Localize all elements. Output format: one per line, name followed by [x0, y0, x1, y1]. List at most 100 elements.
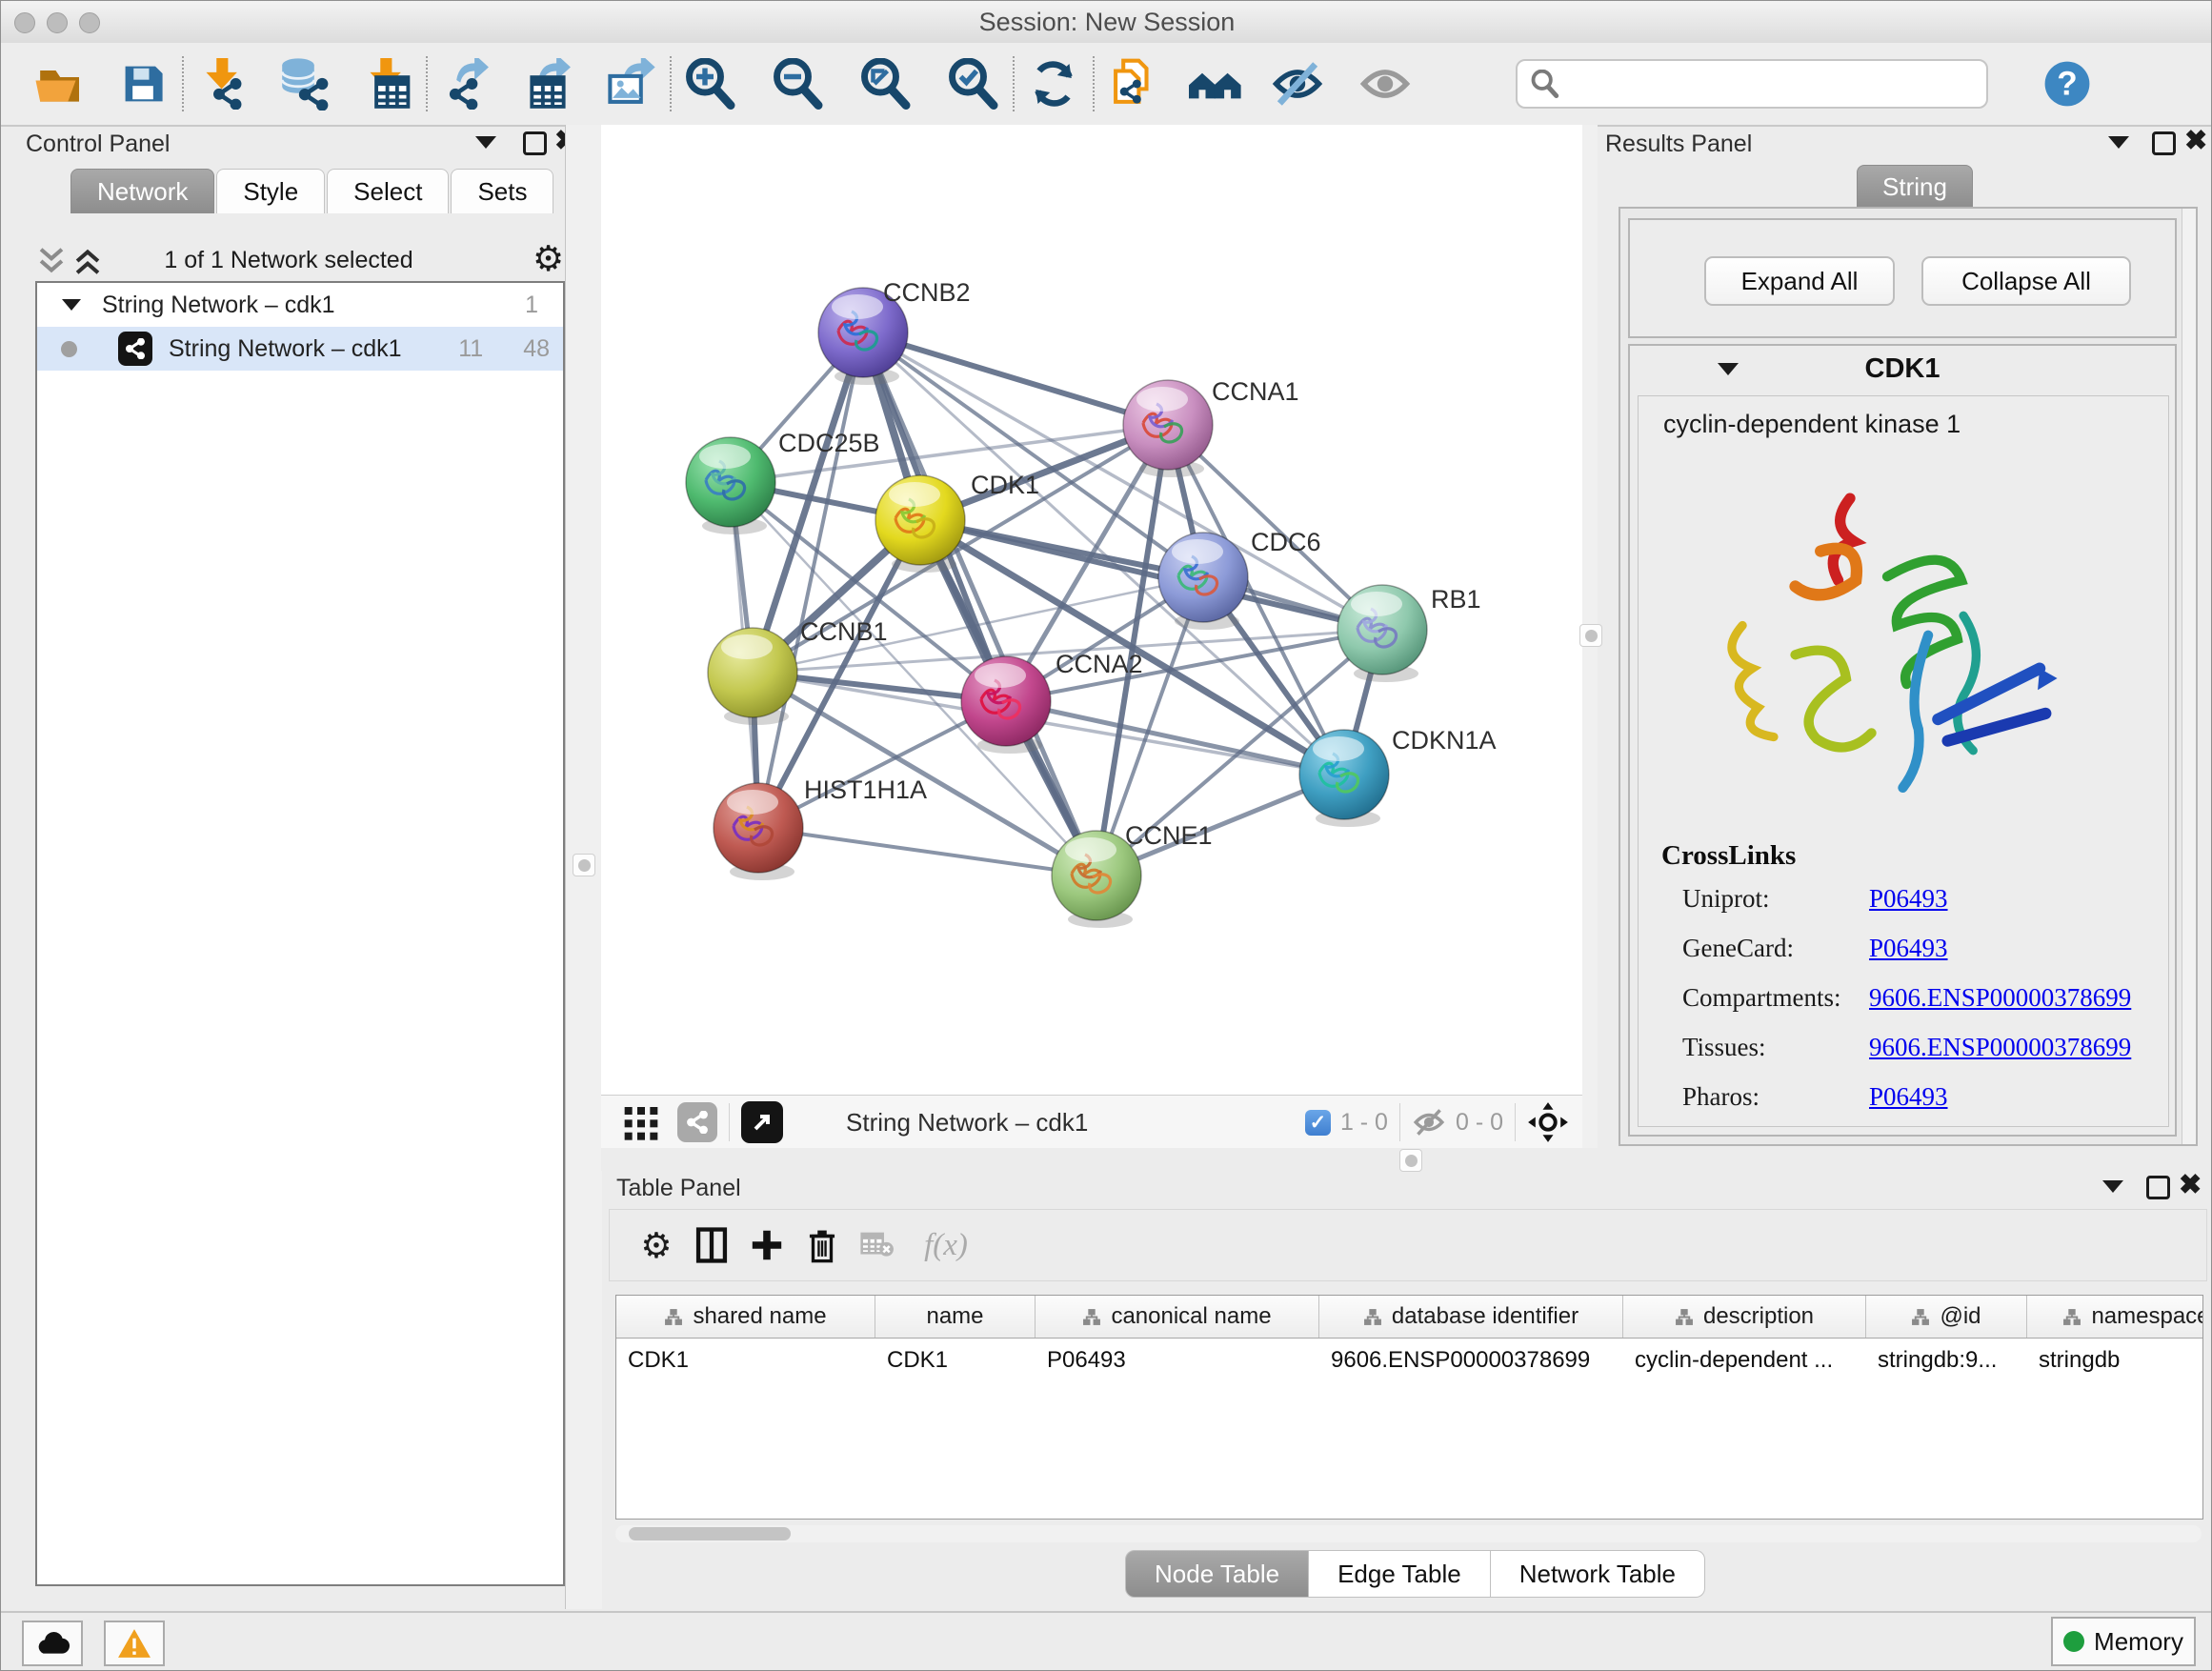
export-network-icon	[441, 58, 493, 110]
network-node-CDC25B[interactable]	[686, 437, 775, 534]
network-node-CCNA1[interactable]	[1123, 380, 1213, 477]
network-edge-CCNB2-HIST1H1A[interactable]	[758, 332, 863, 828]
first-neighbors-button[interactable]	[1186, 54, 1245, 113]
delete-table-button[interactable]	[850, 1218, 905, 1273]
warnings-button[interactable]	[104, 1621, 165, 1666]
table-settings-button[interactable]: ⚙	[629, 1218, 684, 1273]
table-cell[interactable]: 9606.ENSP00000378699	[1331, 1343, 1618, 1378]
node-label-CCNE1: CCNE1	[1125, 821, 1213, 850]
table-cell[interactable]: stringdb:9...	[1878, 1343, 2021, 1378]
tab-network[interactable]: Network	[70, 169, 214, 213]
search-input[interactable]	[1569, 69, 1973, 100]
node-label-CDC25B: CDC25B	[778, 429, 880, 457]
search-field[interactable]	[1516, 59, 1988, 109]
tab-sets[interactable]: Sets	[451, 169, 553, 213]
panel-menu-icon[interactable]	[2102, 1180, 2123, 1193]
hide-selected-button[interactable]	[1268, 54, 1327, 113]
crosslink-link[interactable]: P06493	[1869, 1082, 1948, 1112]
crosslink-link[interactable]: 9606.ENSP00000378699	[1869, 1033, 2131, 1062]
cloud-button[interactable]	[22, 1621, 83, 1666]
panel-menu-icon[interactable]	[2108, 136, 2129, 149]
tab-node-table[interactable]: Node Table	[1125, 1550, 1309, 1598]
node-label-HIST1H1A: HIST1H1A	[804, 775, 927, 804]
table-cell[interactable]: cyclin-dependent ...	[1635, 1343, 1860, 1378]
crosslink-link[interactable]: P06493	[1869, 934, 1948, 963]
network-edge-CCNA2-CDKN1A[interactable]	[1006, 701, 1344, 775]
add-column-button[interactable]	[739, 1218, 794, 1273]
export-image-button[interactable]	[601, 54, 660, 113]
splitter-handle[interactable]	[573, 854, 595, 876]
tab-network-table[interactable]: Network Table	[1491, 1550, 1705, 1598]
zoom-in-button[interactable]	[681, 54, 740, 113]
panel-float-icon[interactable]	[2146, 1176, 2170, 1199]
network-tree: String Network – cdk1 1 String Network –…	[35, 281, 565, 1586]
open-session-button[interactable]	[30, 54, 89, 113]
network-node-RB1[interactable]	[1337, 585, 1427, 682]
tab-select[interactable]: Select	[327, 169, 449, 213]
collapse-all-button[interactable]: Collapse All	[1921, 256, 2131, 306]
horizontal-splitter[interactable]	[601, 1148, 2212, 1171]
zoom-out-button[interactable]	[769, 54, 828, 113]
birds-eye-icon[interactable]	[1527, 1101, 1569, 1143]
results-scrollbar[interactable]	[2182, 209, 2196, 1144]
import-table-button[interactable]	[357, 54, 416, 113]
table-hscrollbar-thumb[interactable]	[629, 1527, 791, 1540]
selected-counts: 1 - 0	[1340, 1109, 1388, 1137]
detach-view-icon[interactable]	[741, 1101, 783, 1143]
panel-close-icon[interactable]: ✖	[2179, 1176, 2202, 1195]
export-network-button[interactable]	[437, 54, 496, 113]
table-cell[interactable]: CDK1	[628, 1343, 870, 1378]
splitter-handle[interactable]	[1399, 1149, 1422, 1172]
help-button[interactable]: ?	[2038, 54, 2097, 113]
network-share-view-icon[interactable]	[677, 1102, 717, 1142]
network-canvas[interactable]: CCNB2CCNA1CDC25BCDK1CDC6RB1CCNB1CCNA2CDK…	[601, 125, 1583, 1095]
apply-layout-button[interactable]	[1024, 54, 1083, 113]
panel-menu-icon[interactable]	[475, 136, 496, 149]
import-network-file-button[interactable]	[193, 54, 252, 113]
zoom-fit-button[interactable]	[856, 54, 915, 113]
export-table-button[interactable]	[519, 54, 578, 113]
crosslink-link[interactable]: 9606.ENSP00000378699	[1869, 983, 2131, 1013]
network-collection-row[interactable]: String Network – cdk1 1	[37, 283, 563, 327]
zoom-selected-icon	[948, 58, 999, 110]
toolbar-separator	[182, 56, 184, 111]
tree-expand-icon[interactable]	[62, 299, 81, 311]
import-network-database-button[interactable]	[275, 54, 334, 113]
network-row[interactable]: String Network – cdk1 11 48	[37, 327, 563, 371]
zoom-in-icon	[685, 58, 736, 110]
selected-checkbox-icon[interactable]: ✓	[1305, 1110, 1331, 1136]
tab-edge-table[interactable]: Edge Table	[1309, 1550, 1491, 1598]
panel-float-icon[interactable]	[2152, 131, 2176, 155]
show-all-button[interactable]	[1356, 54, 1415, 113]
results-splitter[interactable]	[1582, 125, 1598, 1148]
panel-float-icon[interactable]	[523, 131, 547, 155]
copy-network-button[interactable]	[1104, 54, 1163, 113]
network-node-HIST1H1A[interactable]	[714, 783, 803, 880]
crosslink-link[interactable]: P06493	[1869, 884, 1948, 914]
expand-all-button[interactable]: Expand All	[1704, 256, 1895, 306]
grid-view-icon[interactable]	[622, 1103, 660, 1141]
network-node-CDKN1A[interactable]	[1299, 730, 1389, 827]
table-cell[interactable]: stringdb	[2039, 1343, 2203, 1378]
network-edge-CCNB2-CCNA1[interactable]	[863, 332, 1168, 425]
network-edge-HIST1H1A-CCNE1[interactable]	[758, 828, 1096, 876]
delete-column-button[interactable]	[794, 1218, 850, 1273]
tab-string[interactable]: String	[1857, 165, 1973, 209]
warning-icon	[117, 1628, 151, 1659]
vertical-splitter[interactable]	[565, 125, 602, 1609]
table-cell[interactable]: P06493	[1047, 1343, 1314, 1378]
memory-button[interactable]: Memory	[2051, 1617, 2196, 1666]
network-graph[interactable]: CCNB2CCNA1CDC25BCDK1CDC6RB1CCNB1CCNA2CDK…	[601, 125, 1582, 1095]
panel-close-icon[interactable]: ✖	[2184, 131, 2207, 151]
open-folder-icon	[32, 57, 86, 111]
table-hscrollbar[interactable]	[615, 1525, 2202, 1542]
table-cell[interactable]: CDK1	[887, 1343, 1030, 1378]
tab-style[interactable]: Style	[216, 169, 325, 213]
save-session-button[interactable]	[113, 54, 172, 113]
node-label-CDK1: CDK1	[971, 471, 1039, 499]
function-builder-button[interactable]: f(x)	[905, 1218, 987, 1273]
table-panel: Table Panel ✖ ⚙	[601, 1171, 2212, 1611]
gear-icon[interactable]: ⚙	[533, 241, 564, 276]
show-columns-button[interactable]	[684, 1218, 739, 1273]
zoom-selected-button[interactable]	[944, 54, 1003, 113]
